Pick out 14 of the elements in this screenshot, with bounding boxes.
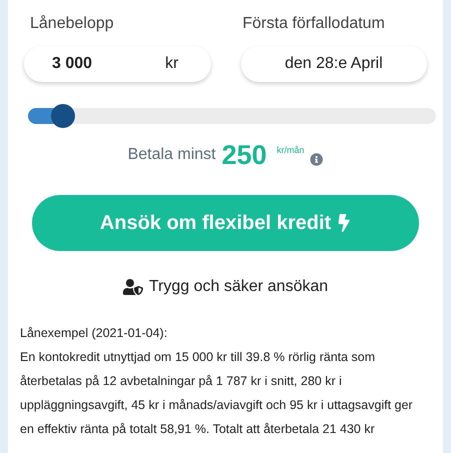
loan-example-text: En kontokredit utnyttjad om 15 000 kr till 39.8 % rörlig ränta som återbetalas på 12 avbetalningar på 1 787 kr i snitt, 280 kr i uppläggningsavgift, 45 kr i månads/aviavgift och 95 kr i uttagsavgift ger en effektiv ränta på totalt 58,91 %. Totalt att återbetala 21 430 kr xyxy=(20,349,414,438)
slider-thumb[interactable] xyxy=(50,104,75,128)
due-date-field[interactable]: den 28:e April xyxy=(240,46,427,82)
loan-example-title: Lånexempel (2021-01-04): xyxy=(20,325,168,342)
payment-unit: kr/mån xyxy=(276,144,304,157)
minimum-payment-amount: 250 xyxy=(222,142,267,169)
security-note: Trygg och säker ansökan xyxy=(148,277,328,297)
user-shield-icon xyxy=(122,279,143,295)
loan-amount-field[interactable]: 3 000 kr xyxy=(24,46,210,82)
bolt-icon xyxy=(337,214,352,232)
info-icon[interactable] xyxy=(310,153,324,166)
minimum-payment-label: Betala minst xyxy=(128,145,216,165)
field-label: Första förfallodatum xyxy=(242,14,386,34)
field-label: Lånebelopp xyxy=(29,14,115,34)
